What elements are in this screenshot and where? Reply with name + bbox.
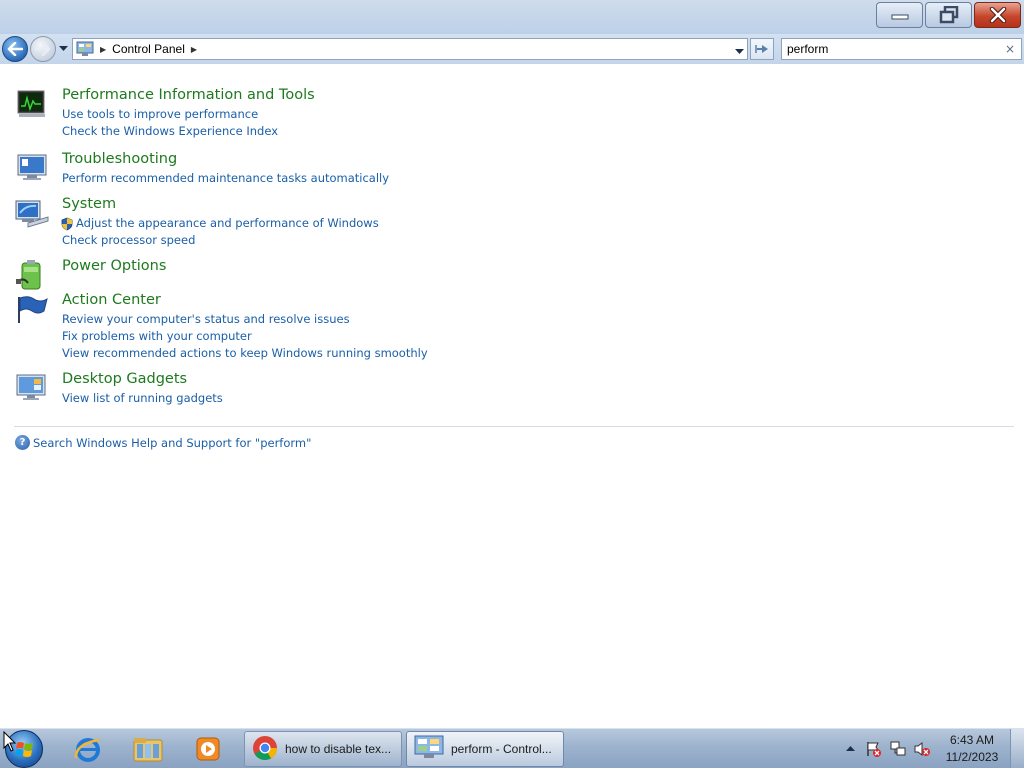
- help-search-link[interactable]: ? Search Windows Help and Support for "p…: [15, 435, 311, 450]
- result-task-link-text[interactable]: View recommended actions to keep Windows…: [62, 345, 428, 362]
- help-question-icon: ?: [15, 435, 30, 450]
- recent-pages-dropdown[interactable]: [57, 43, 69, 55]
- refresh-button[interactable]: [750, 38, 774, 60]
- minimize-button[interactable]: [876, 2, 923, 28]
- taskbar-button[interactable]: how to disable tex...: [244, 731, 402, 767]
- taskbar-button-label: how to disable tex...: [285, 742, 392, 756]
- result-task-link[interactable]: View list of running gadgets: [62, 390, 1014, 407]
- result-task-link-text[interactable]: Review your computer's status and resolv…: [62, 311, 350, 328]
- chevron-down-icon: [58, 46, 68, 51]
- back-button[interactable]: [2, 36, 28, 62]
- result-item: Desktop Gadgets View list of running gadg…: [14, 368, 1014, 407]
- address-dropdown[interactable]: [735, 44, 744, 58]
- arrow-right-icon: [35, 42, 51, 56]
- show-hidden-icons-button[interactable]: [838, 729, 862, 768]
- result-task-link[interactable]: Use tools to improve performance: [62, 106, 1014, 123]
- control-panel-icon: [76, 41, 94, 56]
- network-icon: [890, 741, 906, 756]
- show-desktop-button[interactable]: [1010, 729, 1024, 768]
- taskbar-button-label: perform - Control...: [451, 742, 552, 756]
- help-search-text[interactable]: Search Windows Help and Support for "per…: [33, 436, 311, 450]
- breadcrumb-control-panel[interactable]: Control Panel: [112, 42, 185, 56]
- volume-muted-icon: [914, 742, 930, 756]
- pinned-internet-explorer[interactable]: [60, 731, 116, 767]
- forward-button[interactable]: [30, 36, 56, 62]
- restore-button[interactable]: [925, 2, 972, 28]
- chevron-down-icon: [735, 49, 744, 54]
- arrow-left-icon: [7, 42, 23, 56]
- action-center-flag-icon[interactable]: [14, 293, 50, 325]
- breadcrumb-separator-icon[interactable]: ▶: [100, 45, 106, 54]
- uac-shield-icon: [61, 217, 73, 230]
- result-task-link[interactable]: Fix problems with your computer: [62, 328, 1014, 345]
- title-bar: [0, 0, 1024, 34]
- result-task-link-text[interactable]: Use tools to improve performance: [62, 106, 258, 123]
- result-task-link[interactable]: Perform recommended maintenance tasks au…: [62, 170, 1014, 187]
- result-title[interactable]: Desktop Gadgets: [62, 368, 1014, 390]
- search-results-pane: Performance Information and Tools Use too…: [0, 64, 1024, 728]
- taskbar: how to disable tex... perform - Control..…: [0, 728, 1024, 768]
- chrome-icon: [251, 734, 279, 765]
- restore-icon: [939, 6, 958, 24]
- result-title[interactable]: Performance Information and Tools: [62, 84, 1014, 106]
- tray-network[interactable]: [886, 729, 910, 768]
- results-list: Performance Information and Tools Use too…: [14, 84, 1014, 407]
- clock-time: 6:43 AM: [949, 733, 995, 747]
- taskbar-button[interactable]: perform - Control...: [406, 731, 564, 767]
- mouse-cursor-icon: [3, 731, 17, 752]
- result-item: Action Center Review your computer's stat…: [14, 289, 1014, 362]
- clear-search-button[interactable]: ×: [1005, 42, 1015, 56]
- clock[interactable]: 6:43 AM 11/2/2023: [934, 732, 1010, 766]
- clock-date: 11/2/2023: [945, 750, 999, 764]
- result-task-link[interactable]: Adjust the appearance and performance of…: [61, 215, 1014, 232]
- system-computer-icon[interactable]: [14, 197, 50, 229]
- system-tray: 6:43 AM 11/2/2023: [838, 729, 1024, 768]
- result-task-link[interactable]: Review your computer's status and resolv…: [62, 311, 1014, 328]
- result-title[interactable]: Action Center: [62, 289, 1014, 311]
- tray-action-center[interactable]: [862, 729, 886, 768]
- media-player-icon: [196, 737, 220, 761]
- result-task-link[interactable]: Check processor speed: [62, 232, 1014, 249]
- search-box[interactable]: ×: [781, 38, 1022, 60]
- refresh-icon: [755, 45, 768, 53]
- internet-explorer-icon: [74, 738, 100, 762]
- file-explorer-icon: [133, 738, 163, 762]
- window-controls: [876, 2, 1021, 28]
- address-bar[interactable]: ▶ Control Panel ▶: [72, 38, 748, 60]
- breadcrumb-separator-icon[interactable]: ▶: [191, 45, 197, 54]
- result-item: Troubleshooting Perform recommended maint…: [14, 148, 1014, 187]
- search-input[interactable]: [787, 40, 997, 58]
- close-button[interactable]: [974, 2, 1021, 28]
- result-task-link[interactable]: Check the Windows Experience Index: [62, 123, 1014, 140]
- result-task-link[interactable]: View recommended actions to keep Windows…: [62, 345, 1014, 362]
- pinned-media-player[interactable]: [180, 731, 236, 767]
- result-task-link-text[interactable]: Fix problems with your computer: [62, 328, 252, 345]
- control-panel-icon: [413, 734, 445, 765]
- tray-volume[interactable]: [910, 729, 934, 768]
- chevron-up-icon: [845, 746, 855, 751]
- troubleshooting-monitor-icon[interactable]: [14, 152, 50, 184]
- navigation-bar: ▶ Control Panel ▶ ×: [0, 34, 1024, 64]
- result-title[interactable]: System: [62, 193, 1014, 215]
- result-task-link-text[interactable]: View list of running gadgets: [62, 390, 223, 407]
- action-center-flag-icon: [867, 742, 881, 757]
- result-task-link-text[interactable]: Check the Windows Experience Index: [62, 123, 278, 140]
- result-item: System Adjust the appearance and performa…: [14, 193, 1014, 249]
- result-task-link-text[interactable]: Perform recommended maintenance tasks au…: [62, 170, 389, 187]
- power-battery-icon[interactable]: [14, 259, 50, 291]
- pinned-file-explorer[interactable]: [120, 731, 176, 767]
- minimize-icon: [891, 14, 908, 20]
- performance-meter-icon[interactable]: [14, 88, 50, 120]
- result-task-link-text[interactable]: Adjust the appearance and performance of…: [76, 215, 379, 232]
- desktop-gadgets-icon[interactable]: [14, 372, 50, 404]
- result-title[interactable]: Power Options: [62, 255, 1014, 277]
- result-item: Performance Information and Tools Use too…: [14, 84, 1014, 140]
- result-item: Power Options: [14, 255, 1014, 290]
- divider: [14, 426, 1014, 427]
- result-title[interactable]: Troubleshooting: [62, 148, 1014, 170]
- close-icon: [989, 7, 1006, 23]
- result-task-link-text[interactable]: Check processor speed: [62, 232, 195, 249]
